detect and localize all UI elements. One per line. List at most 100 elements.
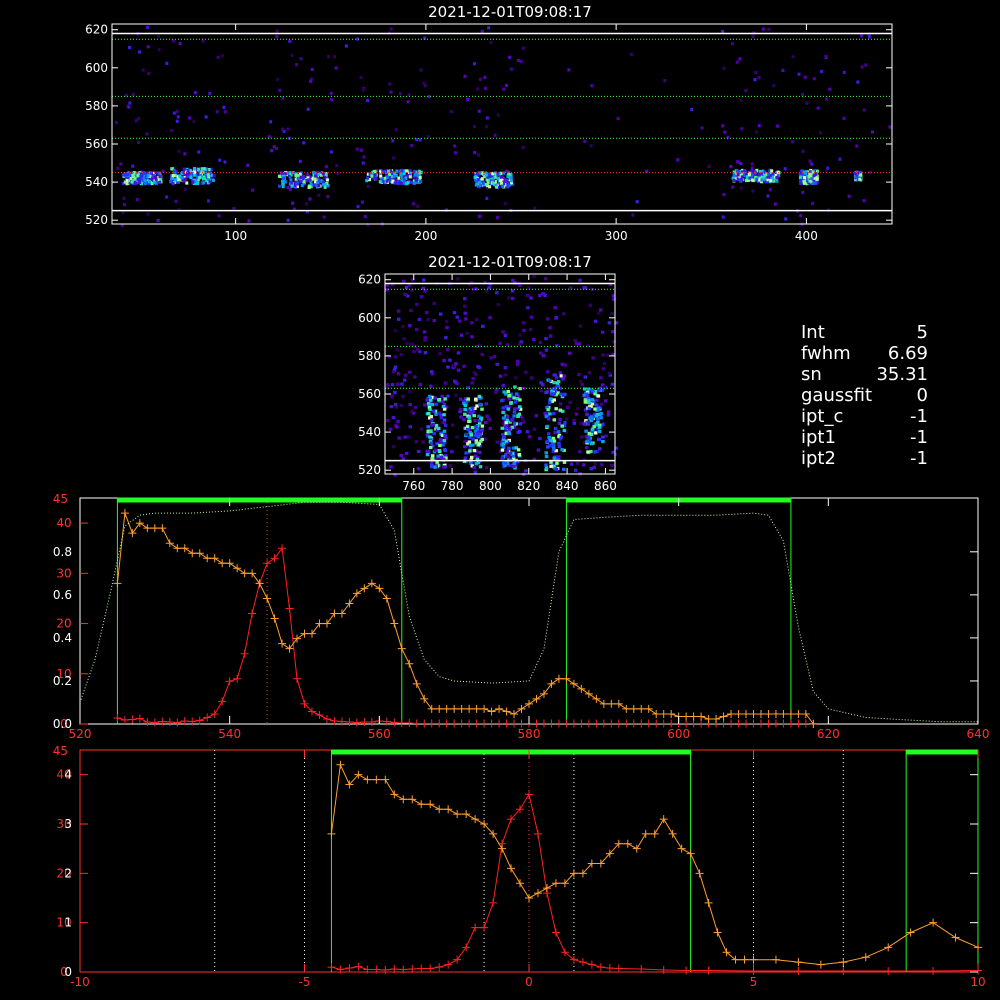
heatmap-pixel [548,379,552,383]
heatmap-pixel [400,382,404,386]
heatmap-pixel [288,175,292,179]
lineplot-2-point-red [599,719,608,728]
lineplot-2-point-orange [712,714,721,723]
heatmap-pixel [745,176,749,180]
lineplot-2-point-red [322,714,331,723]
heatmap-pixel [512,414,516,418]
heatmap-pixel [739,178,743,182]
heatmap-pixel [483,86,487,91]
heatmap-0-ytick-label: 520 [85,213,108,227]
heatmap-pixel [147,71,151,75]
heatmap-pixel [504,178,508,182]
heatmap-pixel [298,159,302,164]
heatmap-pixel [517,453,522,457]
heatmap-pixel [552,456,557,460]
heatmap-pixel [428,407,432,411]
heatmap-pixel [753,78,757,82]
heatmap-pixel [441,404,446,409]
heatmap-pixel [325,178,329,182]
heatmap-pixel [165,61,169,65]
heatmap-pixel [182,167,186,171]
lineplot-2-point-red [607,719,616,728]
heatmap-pixel [426,411,431,416]
heatmap-pixel [747,173,751,177]
heatmap-1-pixels [385,274,619,477]
heatmap-pixel [212,174,216,178]
heatmap-pixel [465,424,470,428]
lineplot-2-series-red [117,546,814,724]
heatmap-0-xtick-label: 200 [414,229,437,243]
heatmap-pixel [218,158,222,162]
lineplot-2-point-orange [502,707,511,716]
lineplot-3-xtick-label: -10 [70,975,90,989]
heatmap-pixel [397,176,401,180]
heatmap-pixel [407,390,412,394]
heatmap-pixel [425,453,430,457]
lineplot-2-point-red [293,674,302,683]
heatmap-pixel [455,315,460,319]
heatmap-pixel [177,149,181,153]
heatmap-pixel [475,431,480,435]
lineplot-2-point-red [472,719,481,728]
heatmap-pixel [548,401,552,405]
heatmap-pixel [601,353,605,357]
heatmap-pixel [280,127,284,131]
heatmap-pixel [324,183,328,187]
heatmap-pixel [202,167,206,171]
heatmap-pixel [606,413,611,417]
heatmap-pixel [602,362,607,366]
lineplot-2-point-red [218,697,227,706]
heatmap-pixel [539,389,543,393]
heatmap-pixel [413,375,417,379]
lineplot-2-point-orange [532,694,541,703]
lineplot-3-point-red [596,963,605,972]
lineplot-2-series-orange [116,512,814,725]
heatmap-pixel [457,319,462,323]
figure-canvas: 100 200 300 400520540560580600620760 780 800 8… [53,23,990,989]
lineplot-2-point-red [225,677,234,686]
lineplot-2-point-red [128,715,137,724]
heatmap-pixel [453,379,457,383]
heatmap-pixel [430,370,434,374]
heatmap-pixel [391,370,396,374]
heatmap-pixel [429,384,433,388]
heatmap-pixel [553,373,557,377]
heatmap-pixel [410,409,414,413]
heatmap-pixel [390,395,394,399]
heatmap-pixel [502,171,506,175]
heatmap-pixel [808,159,812,163]
heatmap-pixel [514,392,519,396]
heatmap-pixel [538,351,543,355]
heatmap-1-ytick-label: 620 [358,273,381,287]
heatmap-pixel [334,66,338,70]
heatmap-pixel [484,182,488,187]
heatmap-pixel [300,183,304,188]
heatmap-pixel [494,390,498,394]
heatmap-pixel [434,402,439,406]
lineplot-2-point-red [495,719,504,728]
lineplot-2-xtick-label: 580 [518,727,541,741]
heatmap-pixel [511,454,516,458]
heatmap-pixel [801,190,805,195]
heatmap-pixel [130,180,134,184]
heatmap-pixel [553,430,557,434]
heatmap-pixel [414,440,419,444]
heatmap-pixel [801,149,805,153]
heatmap-pixel [575,407,580,411]
heatmap-pixel [584,445,589,450]
heatmap-pixel [174,178,178,182]
lineplot-2-point-orange [352,589,361,598]
heatmap-pixel [436,426,441,431]
lineplot-2-point-orange [330,609,339,618]
heatmap-pixel [217,214,221,218]
heatmap-pixel [302,174,306,178]
lineplot-2-point-red [801,719,810,728]
heatmap-pixel [317,178,321,182]
lineplot-2-point-red [150,718,159,727]
heatmap-pixel [191,180,195,184]
lineplot-3-point-red [453,955,462,964]
heatmap-pixel [575,461,580,465]
lineplot-2-point-orange [577,684,586,693]
lineplot-3-point-orange [336,760,345,769]
heatmap-pixel [601,422,605,426]
